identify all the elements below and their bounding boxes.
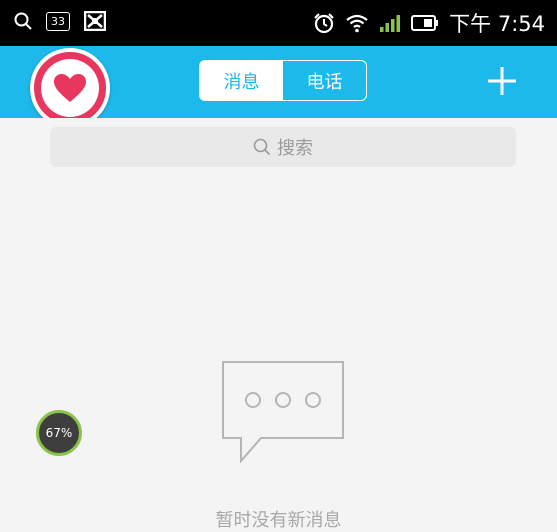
- tab-switcher: 消息 电话: [199, 60, 367, 101]
- search-icon: [253, 138, 271, 156]
- progress-badge[interactable]: 67%: [36, 410, 82, 456]
- message-list: [34, 178, 557, 519]
- tab-messages[interactable]: 消息: [200, 61, 283, 100]
- wifi-icon: [346, 14, 368, 33]
- battery-icon: [411, 15, 439, 31]
- avatar-inner: [41, 59, 99, 117]
- status-time: 下午 7:54: [449, 12, 545, 36]
- heart-icon: [54, 74, 86, 102]
- app-icon: [84, 11, 106, 31]
- search-icon: [14, 12, 32, 30]
- alarm-icon: [314, 13, 334, 34]
- tab-calls[interactable]: 电话: [283, 61, 366, 100]
- speech-bubble-icon: [222, 361, 344, 463]
- search-placeholder: 搜索: [277, 138, 313, 159]
- plus-icon[interactable]: [485, 64, 519, 98]
- empty-state-text: 暂时没有新消息: [215, 510, 342, 531]
- status-left-icons: 33: [14, 11, 106, 31]
- search-input[interactable]: 搜索: [50, 127, 516, 167]
- status-bar: 33 下午 7:54: [0, 0, 557, 46]
- status-right-icons: 下午 7:54: [313, 8, 545, 38]
- signal-icon: [380, 15, 401, 32]
- avatar[interactable]: [30, 48, 110, 128]
- calendar-icon: 33: [46, 11, 70, 31]
